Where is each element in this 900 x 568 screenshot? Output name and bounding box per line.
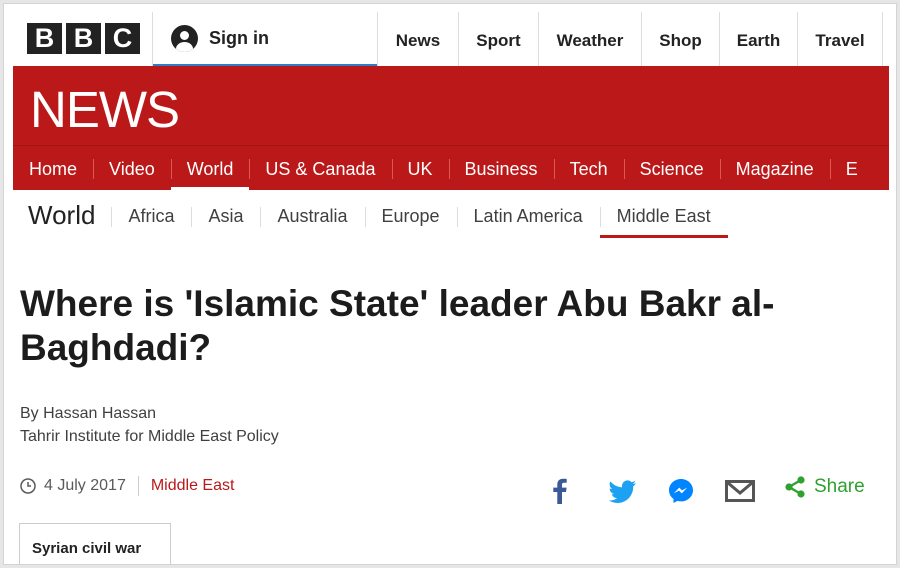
sign-in-button[interactable]: Sign in [153,12,377,67]
email-icon[interactable] [725,480,755,502]
news-nav-magazine[interactable]: Magazine [719,146,830,190]
news-nav-tech[interactable]: Tech [553,146,624,190]
masthead: B B C Sign in News Sport Weather Shop Ea… [4,4,896,68]
world-nav-middle-east[interactable]: Middle East [599,190,728,238]
world-subnav: World Africa Asia Australia Europe Latin… [13,190,889,240]
bbc-logo-letter: B [27,23,62,54]
top-nav-news[interactable]: News [377,12,458,67]
messenger-icon[interactable] [668,478,694,504]
author-name: By Hassan Hassan [20,405,157,422]
news-nav-us-canada[interactable]: US & Canada [249,146,391,190]
twitter-icon[interactable] [608,480,636,504]
news-nav-home[interactable]: Home [13,146,93,190]
share-label: Share [814,476,865,497]
topic-tag[interactable]: Syrian civil war [19,523,171,564]
top-nav: News Sport Weather Shop Earth Travel [377,12,883,67]
top-nav-shop[interactable]: Shop [641,12,719,67]
share-button[interactable]: Share [784,476,865,498]
news-nav-overflow[interactable]: E [829,146,874,190]
news-banner: NEWS Home Video World US & Canada UK Bus… [13,66,889,190]
top-nav-sport[interactable]: Sport [458,12,538,67]
news-nav-science[interactable]: Science [623,146,720,190]
bbc-logo-letter: C [105,23,140,54]
news-nav-uk[interactable]: UK [391,146,449,190]
article-headline: Where is 'Islamic State' leader Abu Bakr… [20,283,775,368]
author-affiliation: Tahrir Institute for Middle East Policy [20,428,279,445]
news-nav-business[interactable]: Business [448,146,554,190]
world-nav-australia[interactable]: Australia [260,190,364,238]
clock-icon [20,478,36,494]
top-nav-travel[interactable]: Travel [797,12,883,67]
publish-date: 4 July 2017 [44,477,126,494]
sign-in-label: Sign in [209,27,269,48]
facebook-icon[interactable] [552,478,568,504]
share-icon [785,476,805,498]
article-meta: 4 July 2017 Middle East [20,476,234,496]
section-link[interactable]: Middle East [151,477,235,495]
user-avatar-icon [171,24,198,52]
bbc-logo[interactable]: B B C [27,23,140,54]
page-frame: B B C Sign in News Sport Weather Shop Ea… [3,3,897,565]
news-nav: Home Video World US & Canada UK Business… [13,145,889,190]
news-nav-video[interactable]: Video [93,146,171,190]
news-nav-world[interactable]: World [170,146,250,190]
top-nav-weather[interactable]: Weather [538,12,641,67]
divider [137,476,139,496]
world-section-title[interactable]: World [13,190,111,231]
world-nav-africa[interactable]: Africa [111,190,191,238]
world-nav-asia[interactable]: Asia [191,190,260,238]
top-nav-earth[interactable]: Earth [719,12,797,67]
world-nav-latin-america[interactable]: Latin America [456,190,600,238]
bbc-logo-letter: B [66,23,101,54]
news-title[interactable]: NEWS [30,80,180,139]
world-nav-europe[interactable]: Europe [364,190,457,238]
byline: By Hassan Hassan Tahrir Institute for Mi… [20,402,279,448]
